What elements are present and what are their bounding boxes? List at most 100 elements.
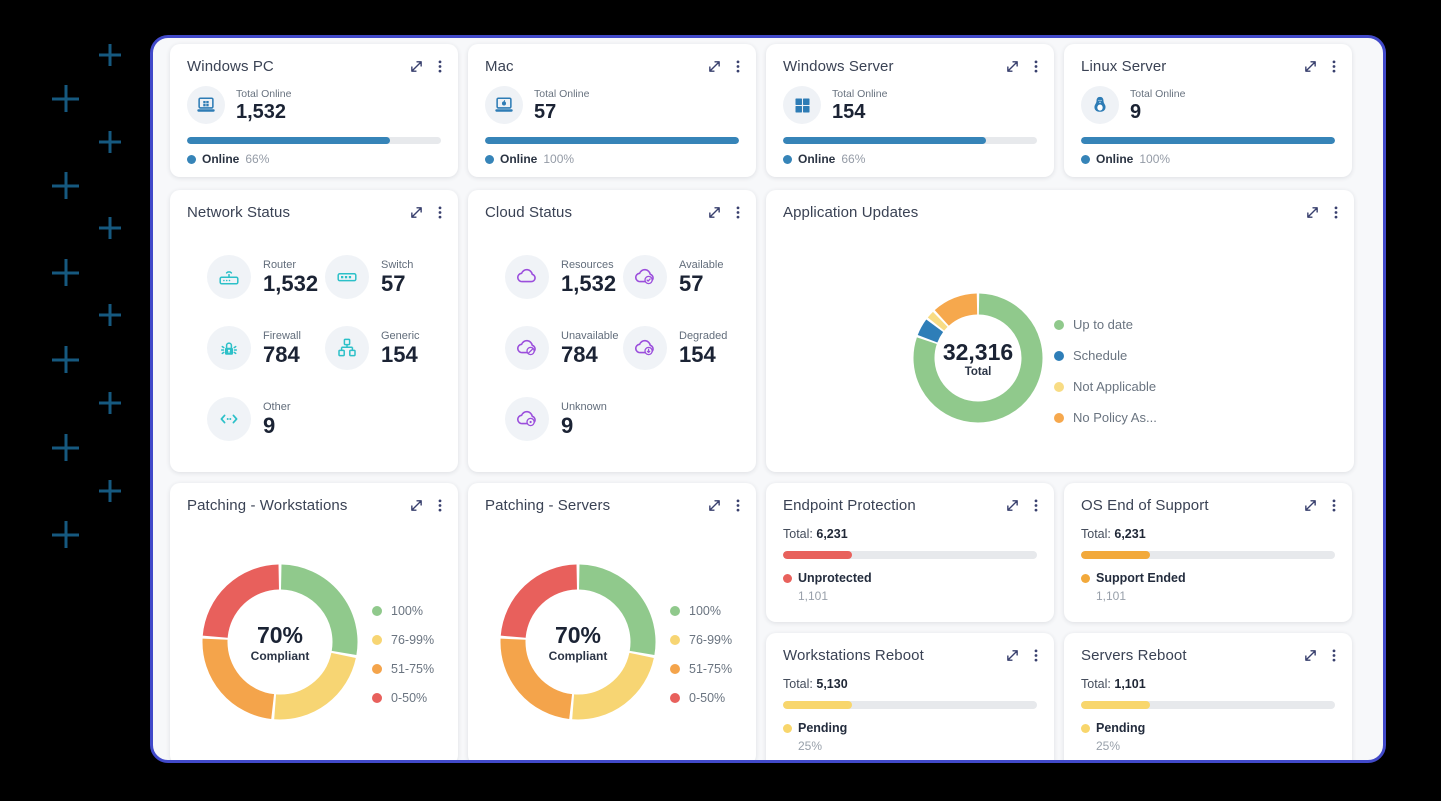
card-title: Servers Reboot bbox=[1081, 647, 1187, 664]
legend-value: 100% bbox=[1139, 152, 1170, 166]
stat-item-firewall: Firewall784 bbox=[207, 326, 325, 370]
legend: Support Ended 1,101 bbox=[1064, 559, 1352, 603]
expand-icon[interactable] bbox=[1006, 499, 1019, 512]
kebab-menu-icon[interactable] bbox=[438, 206, 442, 219]
stat-label: Resources bbox=[561, 259, 616, 271]
stat-label: Available bbox=[679, 259, 723, 271]
card-endpoint-protection: Endpoint Protection Total: 6,231 Unprote… bbox=[766, 483, 1054, 622]
metric-label: Total Online bbox=[534, 88, 589, 100]
card-os-end-of-support: OS End of Support Total: 6,231 Support E… bbox=[1064, 483, 1352, 622]
expand-icon[interactable] bbox=[1006, 649, 1019, 662]
kebab-menu-icon[interactable] bbox=[1034, 60, 1038, 73]
progress-track bbox=[783, 701, 1037, 709]
total-row: Total: 1,101 bbox=[1064, 664, 1352, 691]
stat-value: 1,532 bbox=[263, 272, 318, 295]
metric-value: 1,532 bbox=[236, 102, 291, 123]
plus-decoration bbox=[99, 44, 121, 66]
linux-penguin-icon bbox=[1081, 86, 1119, 124]
legend: Pending 25% bbox=[1064, 709, 1352, 753]
expand-icon[interactable] bbox=[410, 499, 423, 512]
progress-fill bbox=[485, 137, 739, 144]
expand-icon[interactable] bbox=[1306, 206, 1319, 219]
card-patching-servers: Patching - Servers 70% Compliant 100% 76… bbox=[468, 483, 756, 763]
progress-fill bbox=[783, 137, 986, 144]
stat-label: Generic bbox=[381, 330, 420, 342]
plus-decoration bbox=[52, 259, 79, 286]
firewall-icon bbox=[207, 326, 251, 370]
legend-label: Pending bbox=[798, 721, 847, 735]
metric-label: Total Online bbox=[1130, 88, 1185, 100]
plus-decoration bbox=[99, 217, 121, 239]
plus-decoration bbox=[99, 131, 121, 153]
expand-icon[interactable] bbox=[1006, 60, 1019, 73]
kebab-menu-icon[interactable] bbox=[1334, 206, 1338, 219]
kebab-menu-icon[interactable] bbox=[438, 499, 442, 512]
plus-decoration bbox=[99, 304, 121, 326]
expand-icon[interactable] bbox=[1304, 60, 1317, 73]
legend-dot bbox=[783, 724, 792, 733]
stat-value: 154 bbox=[381, 343, 420, 366]
legend-dot bbox=[1081, 155, 1090, 164]
card-title: Workstations Reboot bbox=[783, 647, 924, 664]
card-title: Windows PC bbox=[187, 58, 274, 75]
card-title: Application Updates bbox=[783, 204, 918, 221]
legend-value: 1,101 bbox=[1096, 589, 1335, 603]
progress-track bbox=[187, 137, 441, 144]
stat-label: Switch bbox=[381, 259, 413, 271]
expand-icon[interactable] bbox=[1304, 649, 1317, 662]
metric-label: Total Online bbox=[236, 88, 291, 100]
kebab-menu-icon[interactable] bbox=[736, 60, 740, 73]
stat-item-unavailable: Unavailable784 bbox=[505, 326, 623, 370]
legend-dot bbox=[485, 155, 494, 164]
card-title: Patching - Servers bbox=[485, 497, 610, 514]
plus-decoration bbox=[52, 172, 79, 199]
expand-icon[interactable] bbox=[708, 60, 721, 73]
kebab-menu-icon[interactable] bbox=[1332, 649, 1336, 662]
legend-label: Support Ended bbox=[1096, 571, 1186, 585]
windows-laptop-icon bbox=[187, 86, 225, 124]
metric-value: 9 bbox=[1130, 102, 1185, 123]
progress-fill bbox=[1081, 551, 1150, 559]
cloud-slash-icon bbox=[505, 326, 549, 370]
card-patching-workstations: Patching - Workstations 70% Compliant 10… bbox=[170, 483, 458, 763]
kebab-menu-icon[interactable] bbox=[1332, 60, 1336, 73]
card-title: Linux Server bbox=[1081, 58, 1166, 75]
kebab-menu-icon[interactable] bbox=[1034, 649, 1038, 662]
kebab-menu-icon[interactable] bbox=[1332, 499, 1336, 512]
kebab-menu-icon[interactable] bbox=[736, 499, 740, 512]
progress-track bbox=[783, 551, 1037, 559]
stat-item-router: Router1,532 bbox=[207, 255, 325, 299]
switch-icon bbox=[325, 255, 369, 299]
stat-value: 9 bbox=[561, 414, 607, 437]
expand-icon[interactable] bbox=[410, 206, 423, 219]
legend-label: Online bbox=[500, 152, 537, 166]
plus-decoration bbox=[52, 346, 79, 373]
stat-value: 784 bbox=[263, 343, 301, 366]
legend: Pending 25% bbox=[766, 709, 1054, 753]
donut-center-label: 70% Compliant bbox=[494, 558, 662, 726]
stat-item-resources: Resources1,532 bbox=[505, 255, 623, 299]
plus-decoration bbox=[52, 521, 79, 548]
mac-laptop-icon bbox=[485, 86, 523, 124]
kebab-menu-icon[interactable] bbox=[736, 206, 740, 219]
expand-icon[interactable] bbox=[708, 206, 721, 219]
stat-value: 57 bbox=[679, 272, 723, 295]
stat-value: 154 bbox=[679, 343, 727, 366]
kebab-menu-icon[interactable] bbox=[1034, 499, 1038, 512]
expand-icon[interactable] bbox=[1304, 499, 1317, 512]
stat-value: 57 bbox=[381, 272, 413, 295]
expand-icon[interactable] bbox=[410, 60, 423, 73]
dashboard-background: Windows PC Total Online 1,532 Online bbox=[0, 0, 1441, 801]
legend: Unprotected 1,101 bbox=[766, 559, 1054, 603]
total-row: Total: 6,231 bbox=[766, 514, 1054, 541]
kebab-menu-icon[interactable] bbox=[438, 60, 442, 73]
stat-label: Degraded bbox=[679, 330, 727, 342]
card-windows-server: Windows Server Total Online 154 Online bbox=[766, 44, 1054, 177]
cloud-check-icon bbox=[623, 255, 667, 299]
legend-label: Online bbox=[798, 152, 835, 166]
dashboard-panel: Windows PC Total Online 1,532 Online bbox=[150, 35, 1386, 763]
stat-label: Other bbox=[263, 401, 291, 413]
card-application-updates: Application Updates 32,316 Total Up to d… bbox=[766, 190, 1354, 472]
expand-icon[interactable] bbox=[708, 499, 721, 512]
progress-fill bbox=[1081, 137, 1335, 144]
